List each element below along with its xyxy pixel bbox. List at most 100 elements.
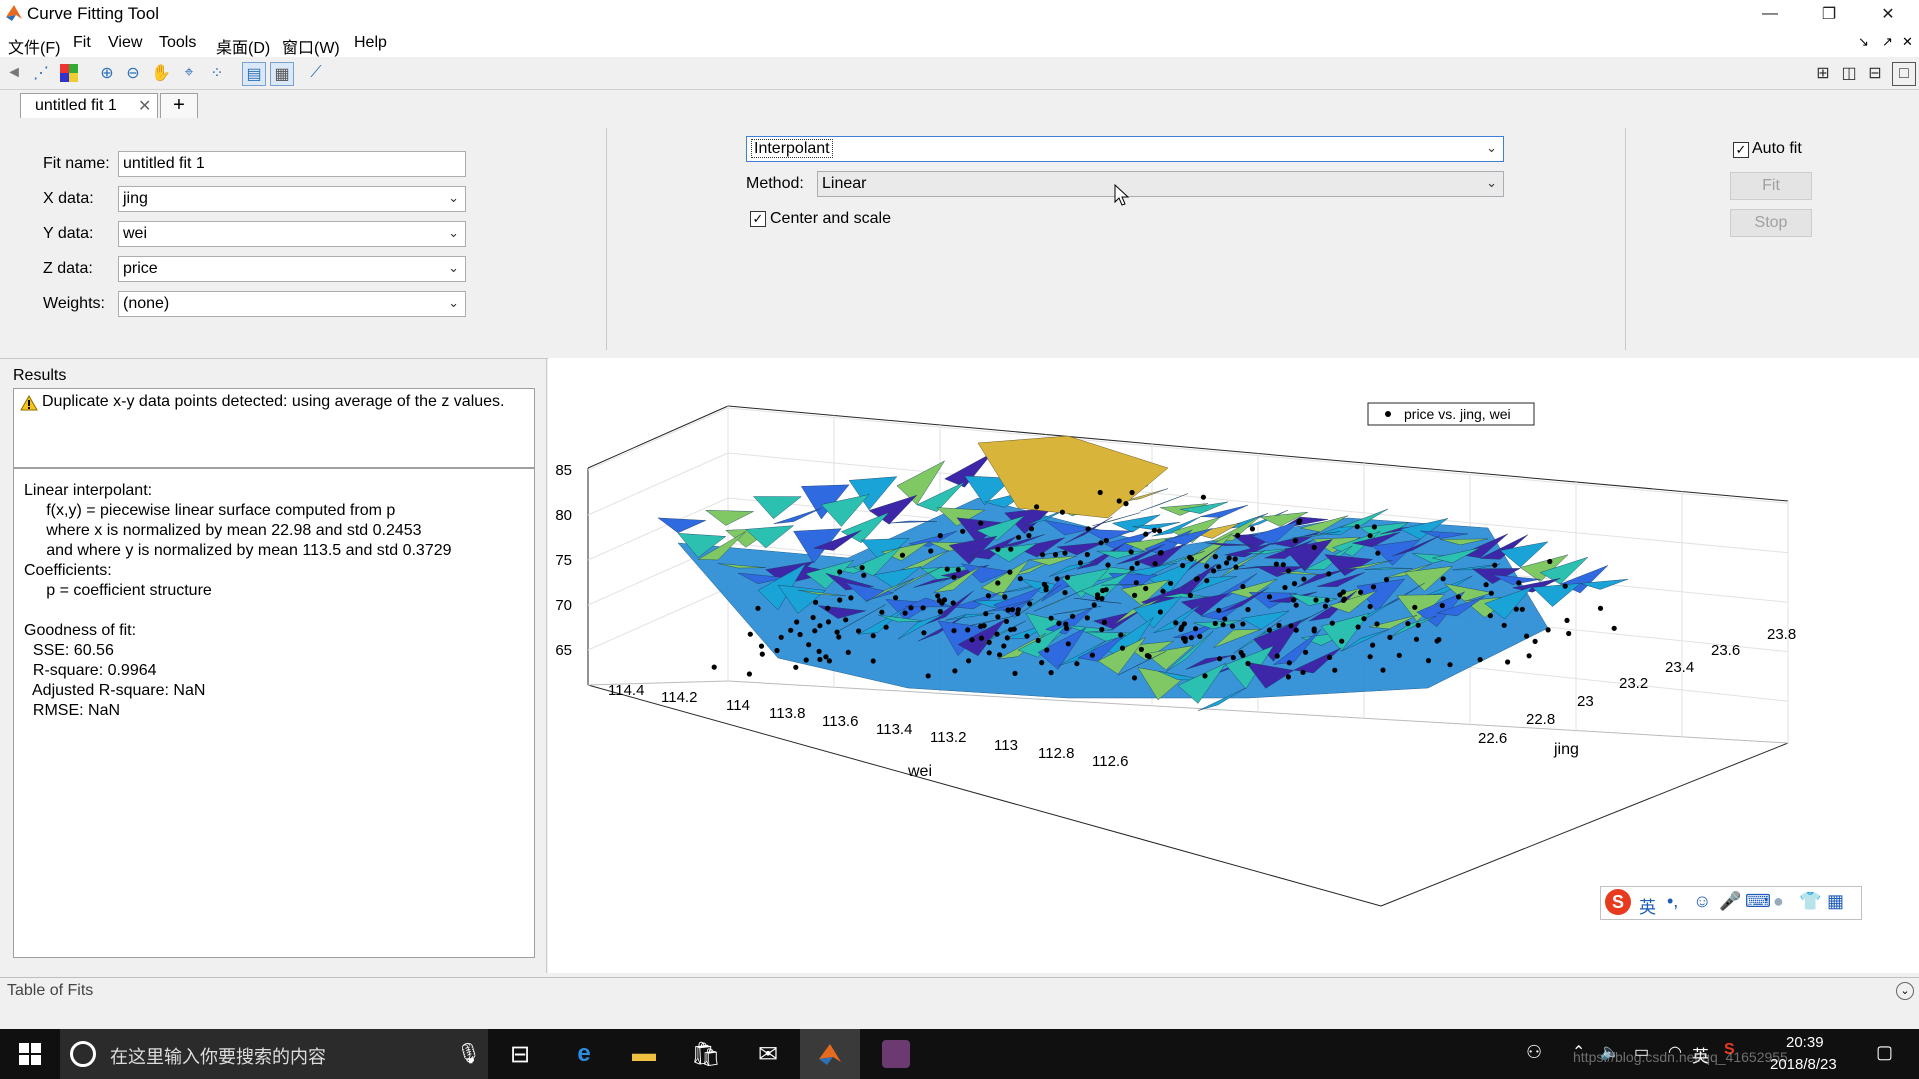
maximize-panel-icon[interactable]: ↗ <box>1882 34 1893 50</box>
method-select[interactable]: Linear ⌄ <box>817 171 1504 197</box>
close-button[interactable]: ✕ <box>1859 0 1917 27</box>
skin-icon[interactable]: 👕 <box>1799 891 1821 912</box>
data-point <box>1089 652 1095 658</box>
exclude-icon[interactable]: ⁘ <box>206 62 228 84</box>
data-icon[interactable]: ⋰ <box>30 62 52 84</box>
result-line: Adjusted R-square: NaN <box>24 682 206 699</box>
mail-icon[interactable]: ✉ <box>738 1029 798 1079</box>
z-data-select[interactable]: price ⌄ <box>118 256 466 282</box>
clock-date[interactable]: 2018/8/23 <box>1770 1056 1837 1073</box>
menu-help[interactable]: Help <box>354 34 387 52</box>
layout-rows-icon[interactable]: ⊟ <box>1864 62 1886 84</box>
file-explorer-icon[interactable]: ▬ <box>614 1029 674 1079</box>
data-point <box>856 628 862 634</box>
data-point <box>1119 645 1126 651</box>
weights-select[interactable]: (none) ⌄ <box>118 291 466 317</box>
edge-icon[interactable]: e <box>554 1029 614 1079</box>
data-point <box>1217 656 1223 662</box>
data-point <box>1285 674 1291 680</box>
data-point <box>1152 561 1158 567</box>
data-point <box>1216 607 1222 613</box>
layout-single-icon[interactable]: □ <box>1892 62 1916 86</box>
surface-plot[interactable]: 85 80 75 70 65 price 114.4 114.2 114 113… <box>529 358 1919 973</box>
center-scale-checkbox[interactable]: ✓ <box>750 211 766 227</box>
data-point <box>966 658 972 664</box>
y-axis-label: jing <box>1553 741 1579 758</box>
user-icon[interactable]: ● <box>1773 891 1784 912</box>
layout-columns-icon[interactable]: ◫ <box>1838 62 1860 84</box>
menu-window[interactable]: 窗口(W) <box>282 34 340 58</box>
axes-limits-icon[interactable]: ⟋ <box>305 62 327 84</box>
expand-chevron-icon[interactable]: ⌄ <box>1896 982 1914 1000</box>
fit-button[interactable]: Fit <box>1730 172 1812 200</box>
window-title: Curve Fitting Tool <box>27 4 159 23</box>
legend[interactable]: price vs. jing, wei <box>1367 402 1535 426</box>
keyboard-icon[interactable]: ⌨ <box>1745 891 1771 912</box>
minimize-button[interactable]: — <box>1741 0 1799 27</box>
plot-area[interactable]: 85 80 75 70 65 price 114.4 114.2 114 113… <box>529 358 1919 973</box>
auto-fit-checkbox[interactable]: ✓ <box>1733 142 1749 158</box>
taskbar-search[interactable]: 在这里输入你要搜索的内容 🎙 <box>60 1029 488 1079</box>
wei-tick: 113.6 <box>822 713 858 730</box>
restore-button[interactable]: ❐ <box>1800 0 1858 27</box>
zoom-out-icon[interactable]: ⊖ <box>122 62 144 84</box>
menu-desktop[interactable]: 桌面(D) <box>216 34 270 58</box>
matlab-taskbar-icon[interactable] <box>800 1029 860 1079</box>
data-point <box>965 627 971 633</box>
notification-icon[interactable]: ▢ <box>1876 1042 1893 1063</box>
pan-icon[interactable]: ✋ <box>150 62 172 84</box>
toolbox-icon[interactable]: ▦ <box>1827 891 1844 912</box>
results-label: Results <box>13 367 67 384</box>
tab-untitled-fit-1[interactable]: untitled fit 1 ✕ <box>20 93 158 119</box>
legend-icon[interactable]: ▤ <box>242 62 266 86</box>
people-icon[interactable]: ⚇ <box>1526 1042 1542 1063</box>
app-avatar-icon[interactable] <box>866 1029 926 1079</box>
menu-file[interactable]: 文件(F) <box>8 34 60 58</box>
data-point <box>1156 528 1163 534</box>
add-fit-button[interactable]: + <box>160 93 198 119</box>
chevron-down-icon: ⌄ <box>448 295 459 310</box>
data-point <box>1286 660 1292 666</box>
data-point <box>1516 580 1522 586</box>
data-point <box>1034 504 1040 510</box>
microphone-icon[interactable]: 🎙 <box>456 1041 481 1066</box>
data-point <box>1044 647 1050 653</box>
punctuation-icon[interactable]: •, <box>1667 891 1678 912</box>
data-point <box>879 609 885 615</box>
y-data-select[interactable]: wei ⌄ <box>118 221 466 247</box>
emoji-icon[interactable]: ☺ <box>1693 891 1711 912</box>
store-icon[interactable]: 🛍 <box>676 1029 736 1079</box>
data-point <box>1160 588 1166 594</box>
windows-start-icon[interactable] <box>0 1029 60 1079</box>
x-data-select[interactable]: jing ⌄ <box>118 186 466 212</box>
ime-toolbar[interactable]: S 英 •, ☺ 🎤 ⌨ ● 👕 ▦ <box>1600 886 1862 920</box>
menu-tools[interactable]: Tools <box>159 34 196 52</box>
data-point <box>823 654 829 660</box>
stop-button[interactable]: Stop <box>1730 209 1812 237</box>
task-view-icon[interactable]: ⊟ <box>490 1029 550 1079</box>
close-panel-icon[interactable]: ✕ <box>1902 34 1913 50</box>
tab-close-icon[interactable]: ✕ <box>138 96 151 116</box>
data-point <box>1062 590 1068 596</box>
layout-grid-icon[interactable]: ⊞ <box>1812 62 1834 84</box>
colormap-icon[interactable] <box>58 62 80 84</box>
data-point <box>759 651 765 657</box>
data-point <box>1367 654 1373 660</box>
undock-icon[interactable]: ↘ <box>1858 34 1869 50</box>
table-of-fits-bar[interactable]: Table of Fits ⌄ <box>0 977 1919 1004</box>
surface-patch <box>705 510 754 526</box>
fit-type-select[interactable]: Interpolant ⌄ <box>746 136 1504 162</box>
data-point <box>1611 625 1617 631</box>
microphone-icon[interactable]: 🎤 <box>1719 891 1741 912</box>
menu-fit[interactable]: Fit <box>73 34 91 52</box>
data-point <box>1303 649 1309 655</box>
menu-view[interactable]: View <box>108 34 142 52</box>
data-cursor-icon[interactable]: ⌖ <box>178 62 200 84</box>
grid-icon[interactable]: ▦ <box>270 62 294 86</box>
ime-lang[interactable]: 英 <box>1639 893 1656 918</box>
fit-name-input[interactable]: untitled fit 1 <box>118 151 466 177</box>
back-icon[interactable]: ◄ <box>3 62 25 84</box>
data-point <box>1280 562 1286 568</box>
clock-time[interactable]: 20:39 <box>1786 1034 1824 1051</box>
zoom-in-icon[interactable]: ⊕ <box>96 62 118 84</box>
